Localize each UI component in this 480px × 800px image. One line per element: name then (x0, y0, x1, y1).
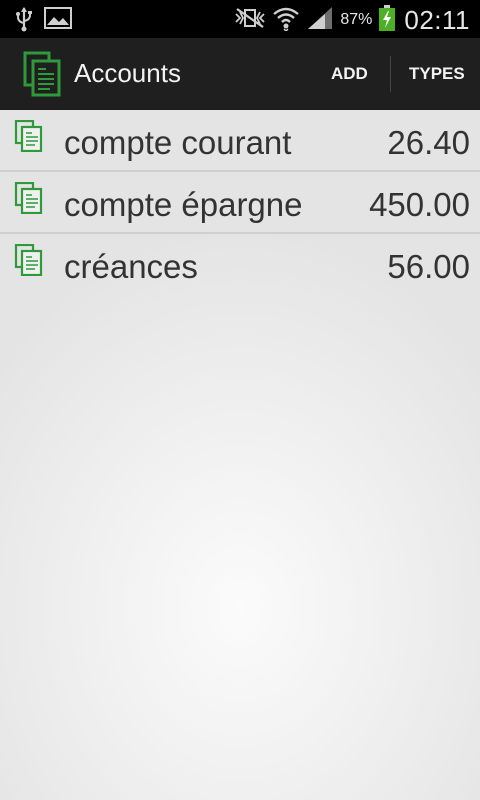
account-name: compte épargne (64, 186, 303, 223)
account-icon (14, 243, 44, 280)
action-divider (390, 56, 391, 92)
battery-percent: 87% (340, 11, 373, 28)
action-bar: Accounts ADD TYPES (0, 38, 480, 110)
status-right: 87% 02:11 (234, 4, 470, 36)
account-row-1[interactable]: compte épargne 450.00 (0, 172, 480, 234)
account-name: compte courant (64, 124, 292, 161)
accounts-list: compte courant 26.40 compte épargne 450.… (0, 110, 480, 800)
account-icon (14, 119, 44, 156)
battery-charging-icon (378, 4, 396, 36)
usb-icon (14, 6, 34, 36)
account-row-0[interactable]: compte courant 26.40 (0, 110, 480, 172)
account-amount: 56.00 (387, 248, 470, 285)
account-amount: 26.40 (387, 124, 470, 161)
image-icon (44, 6, 72, 36)
account-row-2[interactable]: créances 56.00 (0, 234, 480, 294)
account-icon (14, 181, 44, 218)
vibrate-mute-icon (234, 6, 266, 34)
accounts-icon[interactable] (22, 51, 62, 101)
clock: 02:11 (404, 4, 470, 35)
page-title: Accounts (74, 58, 181, 88)
account-amount: 450.00 (369, 186, 470, 223)
status-bar: 87% 02:11 (0, 0, 480, 38)
status-left (14, 6, 72, 36)
add-button[interactable]: ADD (331, 38, 368, 110)
account-name: créances (64, 248, 198, 285)
signal-icon (306, 5, 334, 35)
wifi-icon (272, 5, 300, 35)
types-button[interactable]: TYPES (409, 38, 465, 110)
